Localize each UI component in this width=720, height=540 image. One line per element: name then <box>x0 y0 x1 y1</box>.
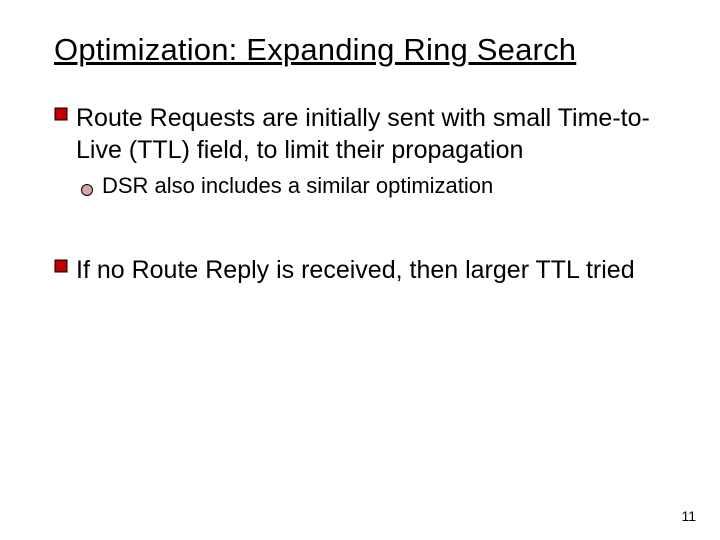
square-bullet-icon <box>54 102 76 121</box>
bullet-text: Route Requests are initially sent with s… <box>76 102 666 166</box>
slide: Optimization: Expanding Ring Search Rout… <box>0 0 720 540</box>
square-bullet-icon <box>54 254 76 273</box>
bullet-list: Route Requests are initially sent with s… <box>54 102 666 286</box>
bullet-level1: Route Requests are initially sent with s… <box>54 102 666 166</box>
bullet-level2: DSR also includes a similar optimization <box>80 172 666 204</box>
circle-bullet-icon <box>80 172 102 204</box>
spacer <box>54 232 666 254</box>
bullet-text: DSR also includes a similar optimization <box>102 172 666 200</box>
slide-title: Optimization: Expanding Ring Search <box>54 32 666 68</box>
page-number: 11 <box>681 508 696 524</box>
bullet-level1: If no Route Reply is received, then larg… <box>54 254 666 286</box>
bullet-text: If no Route Reply is received, then larg… <box>76 254 666 286</box>
